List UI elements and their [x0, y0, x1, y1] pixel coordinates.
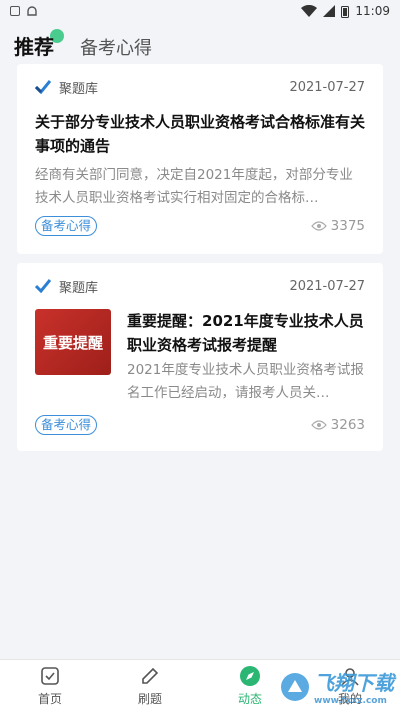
- tabbar-item-home[interactable]: 首页: [0, 660, 100, 712]
- publish-date: 2021-07-27: [289, 79, 365, 95]
- status-bar: 11:09: [0, 0, 400, 22]
- eye-icon: [310, 221, 327, 231]
- tab-recommend-label: 推荐: [14, 35, 54, 59]
- view-count: 3375: [310, 218, 365, 234]
- article-card[interactable]: 聚题库 2021-07-27 关于部分专业技术人员职业资格考试合格标准有关事项的…: [17, 64, 383, 254]
- tabbar-label: 动态: [237, 692, 262, 706]
- card-header: 聚题库 2021-07-27: [17, 263, 383, 309]
- source-logo-icon: [35, 279, 51, 293]
- article-title[interactable]: 关于部分专业技术人员职业资格考试合格标准有关事项的通告: [35, 110, 365, 158]
- top-tabs: 推荐 备考心得: [0, 22, 400, 60]
- publish-date: 2021-07-27: [289, 278, 365, 294]
- article-summary: 2021年度专业技术人员职业资格考试报名工作已经启动，请报考人员关…: [127, 362, 364, 401]
- source-name: 聚题库: [59, 81, 99, 97]
- watermark-logo-icon: [281, 672, 309, 701]
- source-name: 聚题库: [59, 280, 99, 296]
- watermark: 飞翔下载 www.fxxz.com: [280, 667, 394, 706]
- notification-icon: [10, 6, 20, 16]
- tabbar-item-practice[interactable]: 刷题: [100, 660, 200, 712]
- view-count: 3263: [310, 417, 365, 433]
- compass-icon: [240, 666, 260, 686]
- watermark-text: 飞翔下载: [314, 671, 394, 695]
- watermark-url: www.fxxz.com: [314, 696, 387, 706]
- pencil-icon: [142, 667, 159, 684]
- clock: 11:09: [355, 4, 390, 18]
- view-count-value: 3375: [330, 218, 365, 234]
- eye-icon: [310, 420, 327, 430]
- tag-badge[interactable]: 备考心得: [35, 415, 98, 435]
- article-title[interactable]: 重要提醒：2021年度专业技术人员职业资格考试报考提醒: [127, 309, 365, 357]
- article-card[interactable]: 聚题库 2021-07-27 重要提醒 重要提醒：2021年度专业技术人员职业资…: [17, 263, 383, 451]
- tabbar-label: 刷题: [137, 692, 162, 706]
- tab-recommend[interactable]: 推荐: [14, 29, 64, 60]
- wifi-icon: [301, 5, 318, 17]
- battery-icon: [341, 5, 350, 18]
- tag-badge[interactable]: 备考心得: [35, 216, 98, 236]
- home-icon: [41, 667, 59, 685]
- tabbar-label: 首页: [37, 692, 62, 706]
- article-summary: 经商有关部门同意，决定自2021年度起，对部分专业技术人员职业资格考试实行相对固…: [35, 167, 353, 206]
- article-thumbnail[interactable]: 重要提醒: [35, 309, 111, 375]
- source-logo-icon: [35, 80, 51, 94]
- android-icon: [27, 6, 37, 16]
- card-header: 聚题库 2021-07-27: [17, 64, 383, 110]
- signal-icon: [323, 5, 336, 17]
- view-count-value: 3263: [330, 417, 365, 433]
- tab-exam-notes[interactable]: 备考心得: [80, 34, 152, 60]
